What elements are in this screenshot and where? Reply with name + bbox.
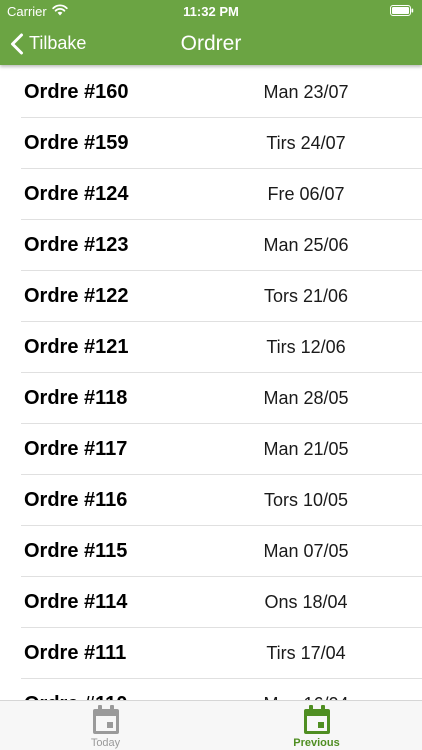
order-date: Man 23/07 bbox=[263, 82, 349, 102]
order-date: Tirs 17/04 bbox=[266, 643, 346, 663]
order-number: Ordre #115 bbox=[24, 540, 128, 562]
order-number: Ordre #160 bbox=[24, 81, 129, 103]
order-row[interactable]: Ordre #111 Tirs 17/04 bbox=[0, 628, 422, 679]
order-row[interactable]: Ordre #110 Man 16/04 bbox=[0, 679, 422, 700]
tab-bar: Today Previous bbox=[0, 700, 422, 750]
tab-today-label: Today bbox=[90, 737, 121, 749]
order-row[interactable]: Ordre #117 Man 21/05 bbox=[0, 424, 422, 475]
calendar-icon bbox=[304, 705, 330, 734]
order-list[interactable]: Ordre #160 Man 23/07 Ordre #159 Tirs 24/… bbox=[0, 67, 422, 700]
top-bar: Carrier 11:32 PM Tilbake Ordrer bbox=[0, 0, 422, 65]
order-date: Man 21/05 bbox=[263, 439, 349, 459]
order-number: Ordre #159 bbox=[24, 132, 129, 154]
tab-previous[interactable]: Previous bbox=[211, 701, 422, 750]
order-number: Ordre #118 bbox=[24, 387, 128, 409]
back-button[interactable]: Tilbake bbox=[10, 22, 86, 65]
order-row[interactable]: Ordre #160 Man 23/07 bbox=[0, 67, 422, 118]
screen: Carrier 11:32 PM Tilbake Ordrer Ordre #1… bbox=[0, 0, 422, 750]
order-date: Fre 06/07 bbox=[267, 184, 345, 204]
order-row[interactable]: Ordre #121 Tirs 12/06 bbox=[0, 322, 422, 373]
order-row[interactable]: Ordre #115 Man 07/05 bbox=[0, 526, 422, 577]
order-row[interactable]: Ordre #123 Man 25/06 bbox=[0, 220, 422, 271]
order-number: Ordre #114 bbox=[24, 591, 128, 613]
order-row[interactable]: Ordre #118 Man 28/05 bbox=[0, 373, 422, 424]
order-number: Ordre #116 bbox=[24, 489, 128, 511]
order-date: Man 07/05 bbox=[263, 541, 349, 561]
order-number: Ordre #121 bbox=[24, 336, 129, 358]
back-button-label: Tilbake bbox=[29, 33, 87, 53]
order-number: Ordre #110 bbox=[24, 679, 127, 700]
chevron-left-icon bbox=[11, 33, 23, 54]
order-number: Ordre #111 bbox=[24, 642, 127, 664]
order-row[interactable]: Ordre #159 Tirs 24/07 bbox=[0, 118, 422, 169]
order-row[interactable]: Ordre #124 Fre 06/07 bbox=[0, 169, 422, 220]
order-date: Man 25/06 bbox=[263, 235, 349, 255]
order-number: Ordre #123 bbox=[24, 234, 129, 256]
status-time: 11:32 PM bbox=[183, 4, 239, 19]
battery-icon bbox=[390, 5, 414, 16]
order-date: Tors 21/06 bbox=[263, 286, 349, 306]
order-row[interactable]: Ordre #122 Tors 21/06 bbox=[0, 271, 422, 322]
order-date: Tirs 24/07 bbox=[266, 133, 346, 153]
order-date: Tors 10/05 bbox=[263, 490, 349, 510]
order-row[interactable]: Ordre #114 Ons 18/04 bbox=[0, 577, 422, 628]
status-bar: Carrier 11:32 PM bbox=[0, 0, 422, 22]
order-number: Ordre #117 bbox=[24, 438, 128, 460]
order-date: Tirs 12/06 bbox=[266, 337, 346, 357]
tab-today[interactable]: Today bbox=[0, 701, 211, 750]
order-date: Man 28/05 bbox=[263, 388, 349, 408]
order-number: Ordre #124 bbox=[24, 183, 129, 205]
order-row[interactable]: Ordre #116 Tors 10/05 bbox=[0, 475, 422, 526]
tab-previous-label: Previous bbox=[293, 737, 340, 749]
order-number: Ordre #122 bbox=[24, 285, 129, 307]
order-date: Ons 18/04 bbox=[264, 592, 348, 612]
calendar-icon bbox=[93, 705, 119, 734]
order-date: Man 16/04 bbox=[206, 679, 406, 700]
navigation-bar: Tilbake Ordrer bbox=[0, 22, 422, 65]
